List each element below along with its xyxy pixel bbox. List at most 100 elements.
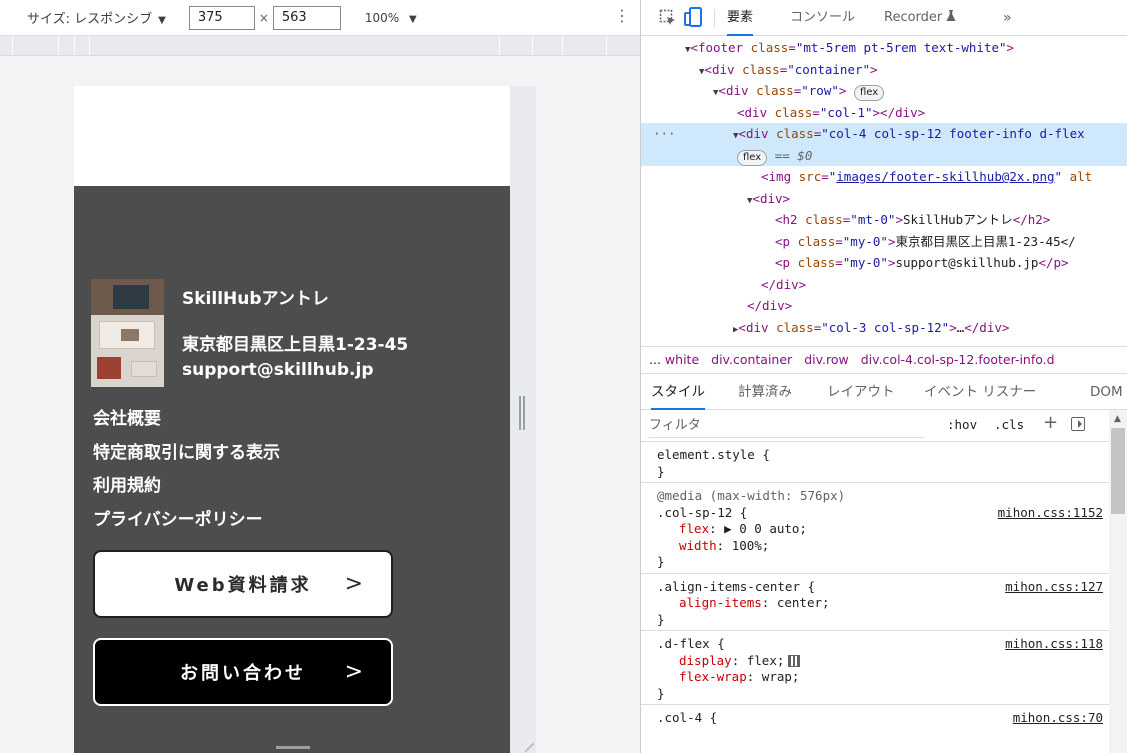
sidebar-tab-bar: スタイル 計算済み レイアウト イベント リスナー DOM <box>641 374 1127 410</box>
flex-badge[interactable]: flex <box>737 149 768 166</box>
tab-console[interactable]: コンソール <box>790 0 855 36</box>
dom-node-container[interactable]: ▼<div class="container"> <box>641 59 1127 81</box>
styles-scrollbar-thumb[interactable] <box>1111 428 1125 514</box>
rule-source-link[interactable]: mihon.css:70 <box>1013 710 1103 727</box>
width-input[interactable] <box>188 5 255 30</box>
more-tabs-icon[interactable]: » <box>1003 0 1012 36</box>
resize-handle-bottom[interactable] <box>276 746 310 749</box>
device-toolbar: サイズ: レスポンシブ ▼ × 100% ▼ ⋮ <box>0 0 640 36</box>
contact-button[interactable]: お問い合わせ > <box>93 638 393 706</box>
footer-logo-image <box>91 279 164 387</box>
tab-dom-breakpoints[interactable]: DOM <box>1090 374 1123 410</box>
dom-node-selected[interactable]: ··· ▼<div class="col-4 col-sp-12 footer-i… <box>641 123 1127 145</box>
footer-link-terms[interactable]: 利用規約 <box>93 475 280 509</box>
css-rule-align-items-center: .align-items-center {mihon.css:127 align… <box>641 574 1113 631</box>
tab-elements[interactable]: 要素 <box>727 0 754 36</box>
flexbox-editor-icon[interactable] <box>788 655 801 667</box>
toggle-computed-sidebar-icon[interactable] <box>1071 417 1085 431</box>
tab-recorder-label: Recorder <box>884 10 943 25</box>
rule-selector[interactable]: .col-sp-12 {mihon.css:1152 <box>657 505 1113 522</box>
dom-node-close-div[interactable]: </div> <box>641 274 1127 296</box>
rule-source-link[interactable]: mihon.css:118 <box>1005 636 1103 653</box>
devtools-tab-bar: 要素 コンソール Recorder » <box>641 0 1127 36</box>
device-viewport[interactable]: SkillHubアントレ 東京都目黒区上目黒1-23-45 support@sk… <box>74 86 510 753</box>
height-input[interactable] <box>272 5 341 30</box>
styles-filter-bar: :hov .cls + <box>641 410 1113 442</box>
rule-source-link[interactable]: mihon.css:1152 <box>998 505 1103 522</box>
chevron-right-icon: > <box>344 571 363 597</box>
rule-selector[interactable]: element.style { <box>657 447 1113 464</box>
css-property[interactable]: flex: ▶ 0 0 auto; <box>657 521 1113 538</box>
resize-handle-right[interactable] <box>519 396 525 430</box>
footer-link-company[interactable]: 会社概要 <box>93 408 280 442</box>
company-email: support@skillhub.jp <box>182 360 374 380</box>
footer-links: 会社概要 特定商取引に関する表示 利用規約 プライバシーポリシー <box>93 408 280 542</box>
css-property[interactable]: flex-wrap: wrap; <box>657 669 1113 686</box>
add-rule-icon[interactable]: + <box>1043 412 1058 433</box>
breadcrumb-item[interactable]: div.container <box>711 352 792 367</box>
rule-selector[interactable]: .col-4 {mihon.css:70 <box>657 710 1113 727</box>
ruler-segment[interactable] <box>89 36 90 55</box>
rule-selector[interactable]: .align-items-center {mihon.css:127 <box>657 579 1113 596</box>
css-property[interactable]: display: flex; <box>657 653 1113 670</box>
breadcrumb-item[interactable]: div.col-4.col-sp-12.footer-info.d <box>861 352 1055 367</box>
css-property[interactable]: width: 100%; <box>657 538 1113 555</box>
logo-thumbnail <box>97 357 121 379</box>
web-document-request-button[interactable]: Web資料請求 > <box>93 550 393 618</box>
footer-link-privacy[interactable]: プライバシーポリシー <box>93 509 280 543</box>
dom-node-p-address[interactable]: <p class="my-0">東京都目黒区上目黒1-23-45</ <box>641 231 1127 253</box>
dom-node-inner-div[interactable]: ▼<div> <box>641 188 1127 210</box>
css-rule-col-4: .col-4 {mihon.css:70 <box>641 705 1113 729</box>
rule-close: } <box>657 554 665 569</box>
ruler-segment[interactable] <box>58 36 59 55</box>
device-toolbar-toggle-icon[interactable] <box>684 7 702 27</box>
tab-computed[interactable]: 計算済み <box>738 374 792 410</box>
image-source-link[interactable]: images/footer-skillhub@2x.png <box>836 169 1054 184</box>
dom-node-close-div[interactable]: </div> <box>641 295 1127 317</box>
css-rule-d-flex: .d-flex {mihon.css:118 display: flex; fl… <box>641 631 1113 705</box>
ruler-segment[interactable] <box>532 36 533 55</box>
ruler-segment[interactable] <box>606 36 607 55</box>
rule-selector[interactable]: .d-flex {mihon.css:118 <box>657 636 1113 653</box>
styles-filter-input[interactable] <box>649 414 924 438</box>
dom-node-img[interactable]: <img src="images/footer-skillhub@2x.png"… <box>641 166 1127 188</box>
ruler-segment[interactable] <box>562 36 563 55</box>
dom-node-p-email[interactable]: <p class="my-0">support@skillhub.jp</p> <box>641 252 1127 274</box>
dom-node-col1[interactable]: <div class="col-1"></div> <box>641 102 1127 124</box>
dom-node-col3[interactable]: ▶<div class="col-3 col-sp-12">…</div> <box>641 317 1127 339</box>
hover-state-button[interactable]: :hov <box>947 417 977 432</box>
dimensions-dropdown[interactable]: サイズ: レスポンシブ ▼ <box>27 8 166 27</box>
css-rule-element-style: element.style { } <box>641 442 1113 483</box>
button-label: Web資料請求 <box>174 575 312 596</box>
more-options-icon[interactable]: ⋮ <box>614 8 630 24</box>
class-toggle-button[interactable]: .cls <box>994 417 1024 432</box>
chevron-down-icon: ▼ <box>409 13 417 25</box>
flex-badge[interactable]: flex <box>853 85 885 101</box>
zoom-dropdown[interactable]: 100% ▼ <box>365 11 417 25</box>
ruler-segment[interactable] <box>74 36 75 55</box>
dom-node-row[interactable]: ▼<div class="row"> flex <box>641 80 1127 102</box>
tab-recorder[interactable]: Recorder <box>884 0 956 36</box>
breadcrumb-more[interactable]: ... <box>649 352 661 367</box>
footer-link-tokushoho[interactable]: 特定商取引に関する表示 <box>93 442 280 476</box>
inspect-element-icon[interactable] <box>659 9 677 27</box>
tab-layout[interactable]: レイアウト <box>827 374 895 410</box>
dom-tree[interactable]: ▼<footer class="mt-5rem pt-5rem text-whi… <box>641 36 1127 346</box>
ruler-segment[interactable] <box>12 36 13 55</box>
rule-source-link[interactable]: mihon.css:127 <box>1005 579 1103 596</box>
node-actions-icon[interactable]: ··· <box>653 123 676 145</box>
logo-thumbnail <box>121 329 139 341</box>
rule-close: } <box>657 463 665 479</box>
breadcrumb-item[interactable]: div.row <box>804 352 849 367</box>
css-property[interactable]: align-items: center; <box>657 595 1113 612</box>
company-name: SkillHubアントレ <box>182 289 329 309</box>
tab-styles[interactable]: スタイル <box>651 374 705 410</box>
breadcrumb-item[interactable]: white <box>665 352 699 367</box>
tab-event-listeners[interactable]: イベント リスナー <box>924 374 1036 410</box>
chevron-down-icon: ▼ <box>158 15 166 26</box>
dom-node-selected-cont[interactable]: flex == $0 <box>641 144 1127 166</box>
dom-node-footer[interactable]: ▼<footer class="mt-5rem pt-5rem text-whi… <box>641 37 1127 59</box>
dom-node-h2[interactable]: <h2 class="mt-0">SkillHubアントレ</h2> <box>641 209 1127 231</box>
ruler-segment[interactable] <box>499 36 500 55</box>
scroll-up-arrow-icon[interactable]: ▲ <box>1114 414 1121 424</box>
